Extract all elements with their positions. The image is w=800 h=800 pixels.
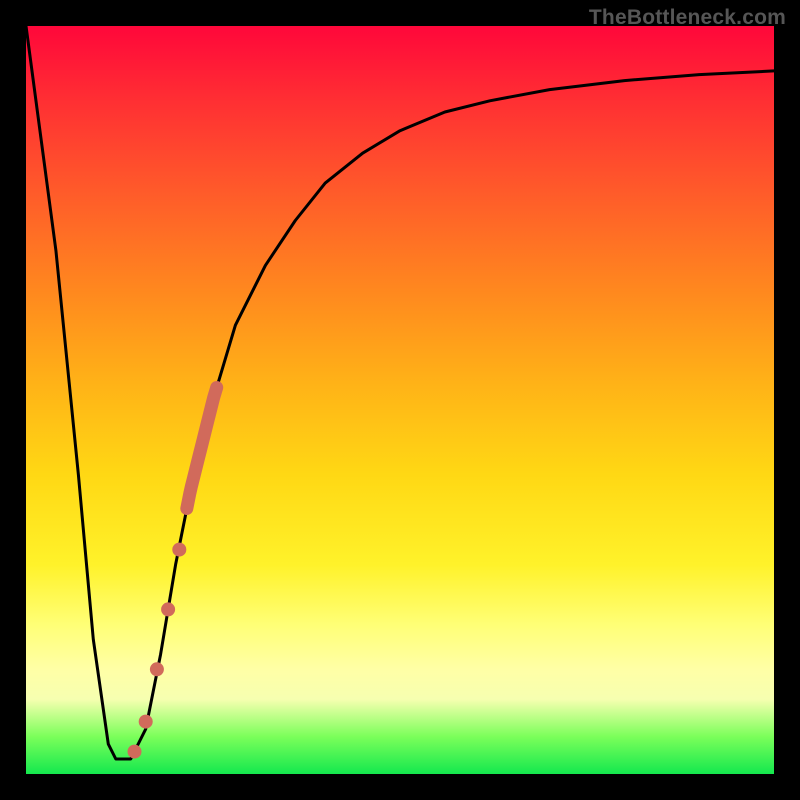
marker-dot	[139, 715, 153, 729]
marker-dot	[172, 543, 186, 557]
bottleneck-curve	[26, 26, 774, 759]
marker-dot	[128, 745, 142, 759]
chart-overlay	[26, 26, 774, 774]
marker-dots	[128, 543, 187, 759]
chart-frame: TheBottleneck.com	[0, 0, 800, 800]
watermark-text: TheBottleneck.com	[589, 6, 786, 30]
plot-area	[26, 26, 774, 774]
marker-segment	[187, 388, 217, 509]
marker-dot	[150, 662, 164, 676]
marker-dot	[161, 602, 175, 616]
